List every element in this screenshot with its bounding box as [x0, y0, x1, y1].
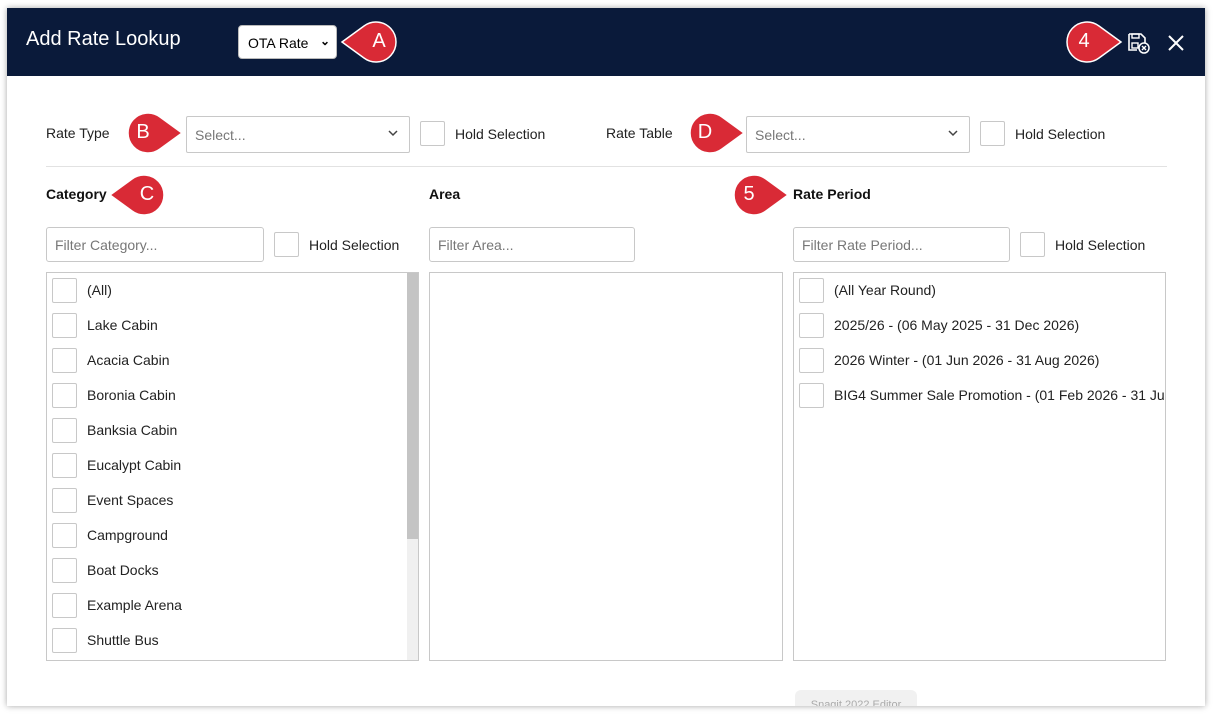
rate-period-filter-input[interactable]: Filter Rate Period... [793, 227, 1010, 262]
watermark: Snagit 2022 Editor [795, 690, 917, 706]
rate-table-label: Rate Table [606, 125, 673, 141]
checkbox[interactable] [52, 313, 77, 338]
rate-period-list[interactable]: (All Year Round) 2025/26 - (06 May 2025 … [793, 272, 1166, 661]
category-hold-label: Hold Selection [309, 237, 400, 253]
divider [46, 166, 1167, 167]
list-item-label: (All) [87, 282, 112, 298]
checkbox[interactable] [52, 523, 77, 548]
list-item-label: 2026 Winter - (01 Jun 2026 - 31 Aug 2026… [834, 352, 1100, 368]
list-item-label: Campground [87, 527, 168, 543]
rate-table-select[interactable]: Select... [746, 116, 970, 153]
dialog-header: Add Rate Lookup OTA Rate ⌄ [7, 8, 1205, 76]
checkbox[interactable] [52, 453, 77, 478]
rate-table-hold-label: Hold Selection [1015, 126, 1106, 142]
list-item-label: BIG4 Summer Sale Promotion - (01 Feb 202… [834, 387, 1165, 403]
scrollbar[interactable] [407, 273, 418, 660]
rate-type-select[interactable]: Select... [186, 116, 410, 153]
list-item-label: Acacia Cabin [87, 352, 170, 368]
category-hold-checkbox[interactable] [274, 232, 299, 257]
rate-type-label: Rate Type [46, 125, 110, 141]
rate-table-placeholder: Select... [755, 127, 806, 143]
scrollbar-thumb[interactable] [407, 273, 418, 539]
list-item-label: Banksia Cabin [87, 422, 178, 438]
chevron-down-icon [388, 130, 398, 137]
rate-mode-select[interactable]: OTA Rate ⌄ [238, 25, 337, 59]
rate-period-filter-placeholder: Filter Rate Period... [802, 237, 923, 253]
rate-type-hold-checkbox[interactable] [420, 121, 445, 146]
rate-table-hold-checkbox[interactable] [980, 121, 1005, 146]
checkbox[interactable] [799, 348, 824, 373]
list-item-label: Shuttle Bus [87, 632, 159, 648]
checkbox[interactable] [799, 278, 824, 303]
chevron-down-icon: ⌄ [319, 34, 330, 48]
category-heading: Category [46, 186, 107, 202]
close-icon[interactable] [1163, 30, 1189, 56]
dialog-title: Add Rate Lookup [26, 28, 181, 50]
checkbox[interactable] [52, 278, 77, 303]
rate-period-heading: Rate Period [793, 186, 871, 202]
dialog: Add Rate Lookup OTA Rate ⌄ Rate Type Sel… [7, 8, 1205, 706]
checkbox[interactable] [52, 558, 77, 583]
list-item-label: Eucalypt Cabin [87, 457, 182, 473]
rate-mode-value: OTA Rate [248, 35, 309, 51]
area-filter-input[interactable]: Filter Area... [429, 227, 635, 262]
checkbox[interactable] [52, 488, 77, 513]
list-item-label: Boronia Cabin [87, 387, 176, 403]
chevron-down-icon [948, 130, 958, 137]
area-list[interactable] [429, 272, 783, 661]
rate-type-hold-label: Hold Selection [455, 126, 546, 142]
area-heading: Area [429, 186, 461, 202]
category-filter-placeholder: Filter Category... [55, 237, 158, 253]
checkbox[interactable] [52, 628, 77, 653]
checkbox[interactable] [799, 383, 824, 408]
checkbox[interactable] [799, 313, 824, 338]
rate-period-hold-label: Hold Selection [1055, 237, 1146, 253]
category-filter-input[interactable]: Filter Category... [46, 227, 264, 262]
category-list[interactable]: (All) Lake Cabin Acacia Cabin Boronia Ca… [46, 272, 419, 661]
list-item-label: Boat Docks [87, 562, 159, 578]
rate-type-placeholder: Select... [195, 127, 246, 143]
list-item-label: Event Spaces [87, 492, 174, 508]
checkbox[interactable] [52, 348, 77, 373]
save-discard-icon[interactable] [1125, 30, 1151, 56]
list-item-label: Lake Cabin [87, 317, 158, 333]
list-item-label: 2025/26 - (06 May 2025 - 31 Dec 2026) [834, 317, 1080, 333]
list-item-label: Example Arena [87, 597, 182, 613]
checkbox[interactable] [52, 383, 77, 408]
list-item-label: (All Year Round) [834, 282, 936, 298]
area-filter-placeholder: Filter Area... [438, 237, 514, 253]
rate-period-hold-checkbox[interactable] [1020, 232, 1045, 257]
checkbox[interactable] [52, 593, 77, 618]
checkbox[interactable] [52, 418, 77, 443]
